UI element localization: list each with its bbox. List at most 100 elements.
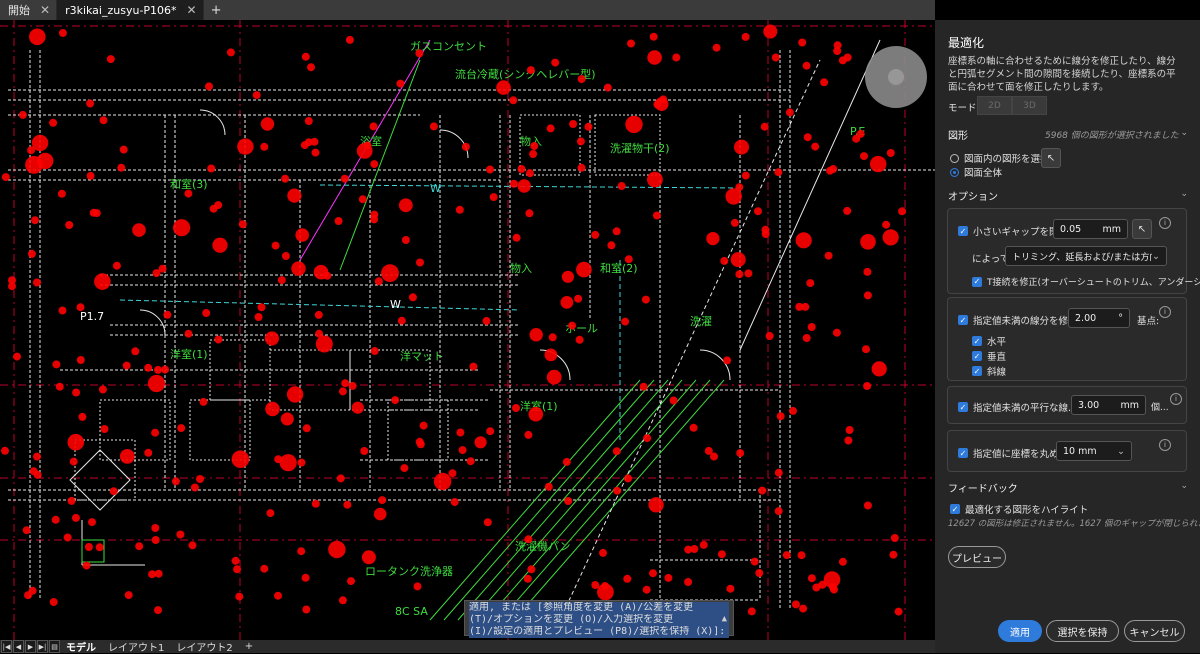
highlight-dot: [419, 421, 428, 430]
checkbox-checked-icon[interactable]: ✓: [958, 315, 968, 325]
select-objects-icon[interactable]: ↖: [1041, 148, 1061, 168]
round-options-card: ✓ 指定値に座標を丸める 10 mm ⌄ i: [947, 430, 1187, 472]
parallel-value-input[interactable]: 3.00 mm: [1071, 395, 1146, 415]
last-layout-icon[interactable]: ▶|: [37, 640, 48, 653]
highlight-dot: [561, 270, 575, 283]
keep-selection-button[interactable]: 選択を保持: [1046, 620, 1119, 642]
angle-checkbox-row[interactable]: ✓ 指定値未満の線分を修正: [958, 313, 1078, 327]
highlight-dot: [310, 137, 319, 146]
mode-3d-button[interactable]: 3D: [1012, 96, 1047, 115]
chevron-down-icon[interactable]: ⌄: [1180, 128, 1188, 138]
info-icon[interactable]: i: [1170, 393, 1182, 405]
caret-up-icon[interactable]: ▲: [722, 613, 727, 625]
diagonal-checkbox-row[interactable]: ✓ 斜線: [972, 364, 1006, 378]
tab-start[interactable]: 開始 ✕: [0, 0, 58, 20]
chevron-down-icon[interactable]: ⌄: [1180, 481, 1188, 491]
tjoin-checkbox-row[interactable]: ✓ T接続を修正(オーバーシュートのトリム、アンダーシュー...: [972, 275, 1200, 288]
highlight-dot: [843, 206, 852, 215]
highlight-dot: [811, 142, 820, 151]
highlight-dot: [148, 570, 157, 579]
options-header[interactable]: オプション: [948, 188, 998, 203]
highlight-dot: [807, 574, 816, 583]
cancel-button[interactable]: キャンセル: [1124, 620, 1185, 642]
checkbox-checked-icon[interactable]: ✓: [972, 276, 982, 287]
pick-gap-icon[interactable]: ↖: [1132, 219, 1152, 239]
highlight-dot: [171, 477, 180, 486]
highlight-dot: [801, 302, 810, 311]
tab-layout1[interactable]: レイアウト1: [102, 639, 170, 654]
tab-drawing[interactable]: r3kikai_zusyu-P106* ✕: [57, 0, 204, 20]
info-icon[interactable]: i: [1159, 306, 1171, 318]
checkbox-checked-icon[interactable]: ✓: [972, 366, 982, 376]
checkbox-checked-icon[interactable]: ✓: [972, 336, 982, 346]
highlight-dot: [106, 55, 115, 64]
layout-list-icon[interactable]: ▤: [49, 640, 60, 653]
radio-whole-drawing[interactable]: 図面全体: [950, 165, 1002, 179]
tab-model[interactable]: モデル: [60, 639, 102, 654]
angle-value-input[interactable]: 2.00 °: [1068, 308, 1130, 328]
highlight-dot: [750, 557, 759, 566]
highlight-dot: [151, 524, 160, 532]
radio-icon[interactable]: [950, 153, 959, 163]
checkbox-checked-icon[interactable]: ✓: [958, 448, 968, 458]
highlight-dot: [302, 605, 311, 614]
highlight-dot: [311, 148, 320, 157]
radio-select-in-drawing[interactable]: 図面内の図形を選択: [950, 151, 1050, 165]
info-icon[interactable]: i: [1159, 439, 1171, 451]
close-icon[interactable]: ✕: [187, 3, 197, 17]
add-layout-button[interactable]: +: [239, 641, 259, 652]
drawing-label: 洗濯物干(2): [610, 141, 670, 155]
next-layout-icon[interactable]: ▶: [25, 640, 36, 653]
preview-button[interactable]: プレビュー: [948, 546, 1006, 568]
highlight-dot: [603, 83, 612, 92]
highlight-dot: [338, 596, 347, 605]
gap-value-input[interactable]: 0.05 mm: [1053, 219, 1128, 239]
highlight-dot: [863, 291, 872, 300]
info-icon[interactable]: i: [1159, 217, 1171, 229]
tab-layout2[interactable]: レイアウト2: [170, 639, 238, 654]
highlight-checkbox-row[interactable]: ✓ 最適化する図形をハイライト: [950, 502, 1088, 516]
navigation-wheel[interactable]: [865, 46, 927, 108]
command-prompt[interactable]: 適用, または [参照角度を変更 (A)/公差を変更 (T)/オプションを変更 …: [464, 600, 734, 638]
apply-button[interactable]: 適用: [998, 620, 1042, 642]
highlight-dot: [361, 550, 376, 565]
vertical-checkbox-row[interactable]: ✓ 垂直: [972, 349, 1006, 363]
round-dropdown[interactable]: 10 mm ⌄: [1056, 441, 1132, 461]
highlight-dot: [297, 458, 306, 467]
highlight-dot: [58, 306, 67, 315]
method-dropdown[interactable]: トリミング、延長および/または方向の変更 ⌄: [1005, 246, 1167, 266]
highlight-dot: [279, 454, 297, 472]
highlight-dot: [844, 436, 853, 445]
checkbox-checked-icon[interactable]: ✓: [958, 226, 968, 236]
first-layout-icon[interactable]: |◀: [1, 640, 12, 653]
highlight-dot: [280, 412, 294, 426]
highlight-dot: [131, 347, 140, 356]
highlight-dot: [621, 317, 630, 326]
feedback-header[interactable]: フィードバック: [948, 480, 1018, 495]
parallel-checkbox-row[interactable]: ✓ 指定値未満の平行な線...: [958, 400, 1077, 414]
round-checkbox-row[interactable]: ✓ 指定値に座標を丸める: [958, 446, 1068, 460]
highlight-dot: [391, 396, 400, 405]
add-tab-button[interactable]: +: [204, 0, 229, 20]
navigation-wheel-center[interactable]: [888, 69, 904, 85]
angle-options-card: ✓ 指定値未満の線分を修正 2.00 ° 基点: i ✓ 水平 ✓ 垂直 ✓ 斜…: [947, 297, 1187, 381]
checkbox-checked-icon[interactable]: ✓: [950, 504, 960, 514]
shapes-header[interactable]: 図形: [948, 127, 968, 142]
drawing-canvas[interactable]: ガスコンセント 流台冷蔵(シンクヘレバー型) 洗濯物干(2) 物入 和室(3) W 浴室 洋室…: [0, 20, 935, 640]
prev-layout-icon[interactable]: ◀: [13, 640, 24, 653]
highlight-dot: [86, 171, 95, 180]
highlight-dot: [530, 142, 539, 150]
checkbox-checked-icon[interactable]: ✓: [972, 351, 982, 361]
tjoin-label: T接続を修正(オーバーシュートのトリム、アンダーシュー...: [987, 278, 1200, 288]
close-icon[interactable]: ✕: [40, 3, 50, 17]
chevron-down-icon[interactable]: ⌄: [1180, 189, 1188, 199]
highlight-dot: [789, 406, 797, 415]
mode-2d-button[interactable]: 2D: [977, 96, 1012, 115]
highlight-dot: [212, 237, 228, 253]
highlight-dot: [760, 122, 769, 131]
highlight-dot: [812, 583, 821, 592]
horizontal-checkbox-row[interactable]: ✓ 水平: [972, 334, 1006, 348]
checkbox-checked-icon[interactable]: ✓: [958, 402, 968, 412]
highlight-dot: [369, 122, 378, 131]
radio-selected-icon[interactable]: [950, 167, 959, 177]
